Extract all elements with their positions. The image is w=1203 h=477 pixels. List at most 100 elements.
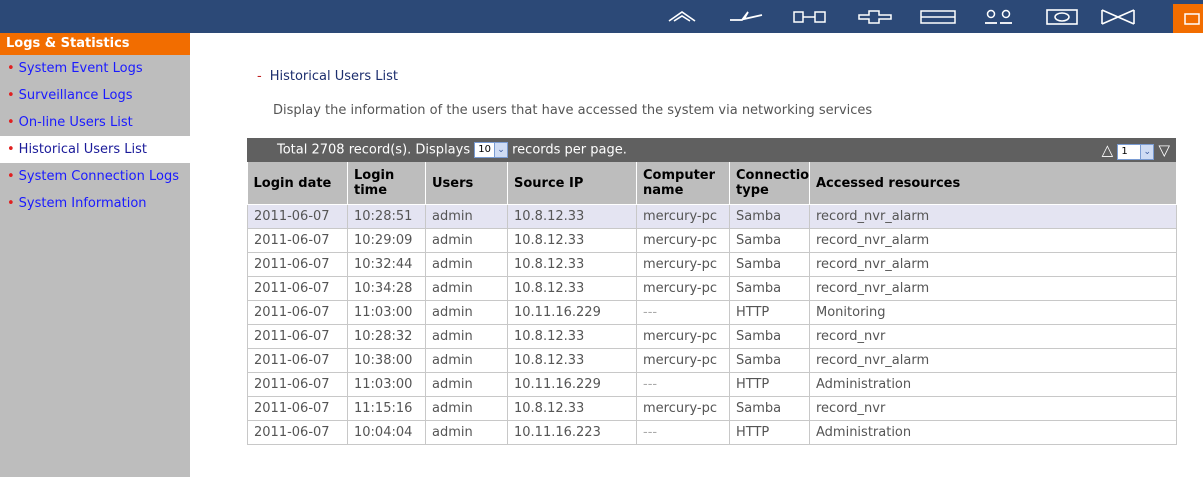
table-cell: admin <box>425 228 508 253</box>
table-cell: 10.11.16.229 <box>507 300 637 325</box>
table-cell: record_nvr_alarm <box>809 252 1177 277</box>
per-page-select[interactable]: 10 ⌄ <box>474 142 508 158</box>
table-cell: 10.8.12.33 <box>507 396 637 421</box>
table-cell: Samba <box>729 252 810 277</box>
column-header[interactable]: Accessed resources <box>809 162 1177 205</box>
table-cell: 11:03:00 <box>347 300 426 325</box>
page-description: Display the information of the users tha… <box>273 103 873 118</box>
column-header[interactable]: Computer name <box>636 162 730 205</box>
table-row[interactable]: 2011-06-07 11:03:00 admin 10.11.16.229 --- HT… <box>247 372 1177 397</box>
bullet-icon: • <box>7 196 15 211</box>
table-cell: HTTP <box>729 420 810 445</box>
table-cell: 10.8.12.33 <box>507 204 637 229</box>
users-table-panel: Total 2708 record(s). Displays 10 ⌄ recor… <box>247 138 1177 445</box>
list-icon[interactable] <box>918 7 958 27</box>
sidebar-item-historical-users-list[interactable]: • Historical Users List <box>0 136 190 163</box>
table-cell: admin <box>425 300 508 325</box>
table-row[interactable]: 2011-06-07 10:28:51 admin 10.8.12.33 mercury… <box>247 204 1177 229</box>
table-cell: admin <box>425 420 508 445</box>
column-header[interactable]: Login time <box>347 162 426 205</box>
column-header[interactable]: Source IP <box>507 162 637 205</box>
chevron-down-icon: ⌄ <box>1140 144 1154 159</box>
table-cell: record_nvr_alarm <box>809 276 1177 301</box>
table-cell: 10.8.12.33 <box>507 252 637 277</box>
bullet-icon: • <box>7 142 15 157</box>
bullet-icon: • <box>7 169 15 184</box>
monitor-icon[interactable] <box>1043 7 1083 27</box>
table-cell: record_nvr_alarm <box>809 348 1177 373</box>
home-icon[interactable] <box>665 7 699 27</box>
table-cell: 2011-06-07 <box>247 372 348 397</box>
records-summary: Total 2708 record(s). Displays 10 ⌄ recor… <box>277 142 627 158</box>
table-row[interactable]: 2011-06-07 10:29:09 admin 10.8.12.33 mercury… <box>247 228 1177 253</box>
table-cell: 10:29:09 <box>347 228 426 253</box>
sidebar-item-label: On-line Users List <box>18 115 133 130</box>
column-header[interactable]: Connection type <box>729 162 810 205</box>
prev-page-icon[interactable]: △ <box>1102 141 1114 159</box>
table-cell: admin <box>425 252 508 277</box>
sidebar-item-system-connection-logs[interactable]: • System Connection Logs <box>0 163 190 190</box>
table-cell: mercury-pc <box>636 276 730 301</box>
page-select[interactable]: 1 ⌄ <box>1117 143 1155 160</box>
table-cell: record_nvr <box>809 324 1177 349</box>
table-row[interactable]: 2011-06-07 10:04:04 admin 10.11.16.223 --- HT… <box>247 420 1177 445</box>
network-icon[interactable] <box>726 7 766 27</box>
table-row[interactable]: 2011-06-07 10:34:28 admin 10.8.12.33 mercury… <box>247 276 1177 301</box>
table-cell: 10:28:51 <box>347 204 426 229</box>
table-cell: 2011-06-07 <box>247 348 348 373</box>
table-cell: record_nvr_alarm <box>809 204 1177 229</box>
sidebar-item-label: System Connection Logs <box>18 169 179 184</box>
table-cell: admin <box>425 348 508 373</box>
plus-icon[interactable] <box>855 7 895 27</box>
sidebar-item-label: System Information <box>18 196 147 211</box>
table-cell: 10:38:00 <box>347 348 426 373</box>
sidebar-item-online-users-list[interactable]: • On-line Users List <box>0 109 190 136</box>
table-row[interactable]: 2011-06-07 10:28:32 admin 10.8.12.33 mercury… <box>247 324 1177 349</box>
table-cell: admin <box>425 276 508 301</box>
table-row[interactable]: 2011-06-07 11:15:16 admin 10.8.12.33 mercury… <box>247 396 1177 421</box>
section-title-text: Historical Users List <box>269 69 398 84</box>
table-cell: --- <box>636 420 730 445</box>
orange-tab-button[interactable] <box>1173 4 1203 33</box>
table-cell: mercury-pc <box>636 348 730 373</box>
table-cell: 2011-06-07 <box>247 252 348 277</box>
table-cell: Samba <box>729 276 810 301</box>
table-cell: Monitoring <box>809 300 1177 325</box>
table-cell: 11:03:00 <box>347 372 426 397</box>
mail-icon[interactable] <box>1098 7 1138 27</box>
table-cell: record_nvr <box>809 396 1177 421</box>
column-header[interactable]: Users <box>425 162 508 205</box>
table-cell: admin <box>425 324 508 349</box>
sidebar: Logs & Statistics • System Event Logs • Su… <box>0 33 190 477</box>
table-cell: Samba <box>729 228 810 253</box>
table-cell: admin <box>425 372 508 397</box>
next-page-icon[interactable]: ▽ <box>1158 141 1170 159</box>
chevron-down-icon: ⌄ <box>493 143 507 157</box>
device-icon[interactable] <box>790 7 830 27</box>
table-cell: mercury-pc <box>636 396 730 421</box>
table-cell: 10.8.12.33 <box>507 324 637 349</box>
table-cell: Samba <box>729 348 810 373</box>
sidebar-item-surveillance-logs[interactable]: • Surveillance Logs <box>0 82 190 109</box>
table-row[interactable]: 2011-06-07 10:38:00 admin 10.8.12.33 mercury… <box>247 348 1177 373</box>
sidebar-item-system-event-logs[interactable]: • System Event Logs <box>0 55 190 82</box>
table-cell: Administration <box>809 420 1177 445</box>
pager: △ 1 ⌄ ▽ <box>1102 141 1170 160</box>
dash-icon: - <box>257 69 262 84</box>
column-header[interactable]: Login date <box>247 162 348 205</box>
table-row[interactable]: 2011-06-07 11:03:00 admin 10.11.16.229 --- HT… <box>247 300 1177 325</box>
table-cell: admin <box>425 396 508 421</box>
table-cell: 10:04:04 <box>347 420 426 445</box>
main-content: - Historical Users List Display the infor… <box>190 33 1203 477</box>
table-cell: HTTP <box>729 300 810 325</box>
table-row[interactable]: 2011-06-07 10:32:44 admin 10.8.12.33 mercury… <box>247 252 1177 277</box>
sidebar-item-system-information[interactable]: • System Information <box>0 190 190 217</box>
users-icon[interactable] <box>980 7 1020 27</box>
table-cell: 2011-06-07 <box>247 204 348 229</box>
table-cell: 10.11.16.223 <box>507 420 637 445</box>
table-cell: mercury-pc <box>636 204 730 229</box>
table-cell: 2011-06-07 <box>247 276 348 301</box>
table-cell: 10.8.12.33 <box>507 228 637 253</box>
table-cell: 2011-06-07 <box>247 420 348 445</box>
per-page-value: 10 <box>478 144 491 155</box>
